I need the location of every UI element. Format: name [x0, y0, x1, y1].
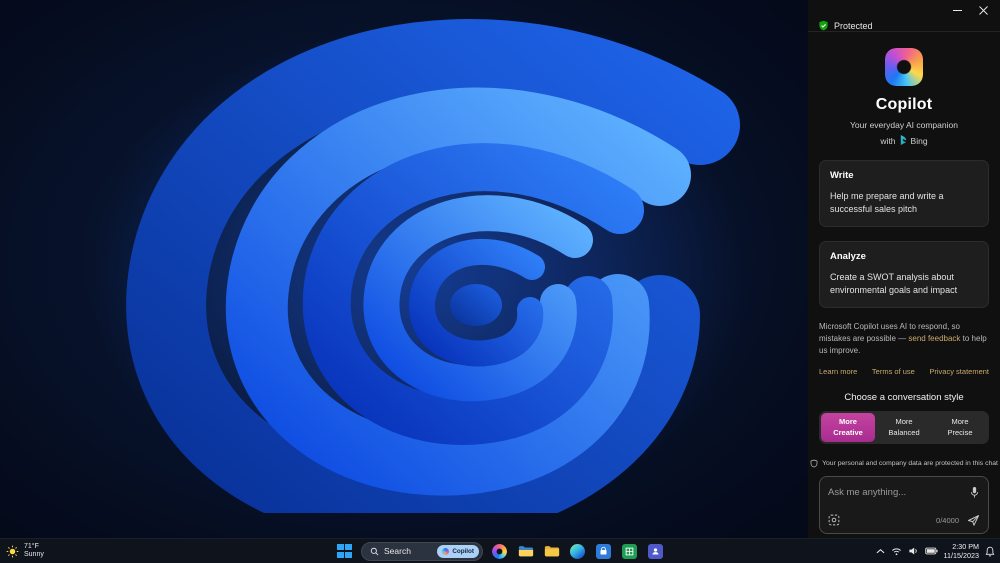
- card-title: Analyze: [830, 251, 866, 263]
- panel-subtitle: Your everyday AI companion: [850, 120, 958, 130]
- chevron-up-icon: [876, 548, 885, 553]
- taskbar-folder-button[interactable]: [542, 542, 561, 561]
- weather-widget[interactable]: 71°F Sunny: [6, 543, 44, 560]
- taskbar-teams-button[interactable]: [646, 542, 665, 561]
- taskbar-store-button[interactable]: [594, 542, 613, 561]
- edge-icon: [570, 543, 585, 559]
- style-more-balanced[interactable]: More Balanced: [877, 413, 931, 441]
- style-option-line1: More: [951, 417, 969, 427]
- battery-button[interactable]: [924, 547, 938, 555]
- copilot-icon: [492, 543, 507, 559]
- taskbar: 71°F Sunny Search Copilot 2:30 PM 11/15/…: [0, 538, 1000, 563]
- screenshot-button[interactable]: [828, 514, 840, 526]
- suggestion-card-write[interactable]: Write Help me prepare and write a succes…: [819, 160, 989, 228]
- char-counter: 0/4000: [936, 515, 959, 525]
- copilot-badge-icon: [442, 547, 450, 555]
- close-icon: [978, 5, 988, 15]
- weather-text: 71°F Sunny: [24, 543, 44, 560]
- copilot-panel: Protected Copilot Your everyday AI compa…: [808, 0, 1000, 538]
- protected-badge: Protected: [808, 20, 1000, 32]
- taskbar-clock[interactable]: 2:30 PM 11/15/2023: [944, 542, 979, 560]
- taskbar-search[interactable]: Search Copilot: [361, 541, 483, 561]
- screenshot-icon: [828, 514, 840, 526]
- windows-logo-icon: [337, 543, 352, 559]
- style-option-line2: Balanced: [888, 427, 920, 437]
- weather-temp: 71°F: [24, 542, 39, 550]
- minimize-button[interactable]: [944, 0, 970, 20]
- clock-time: 2:30 PM: [952, 542, 979, 551]
- minimize-icon: [952, 9, 962, 11]
- conversation-style-label: Choose a conversation style: [844, 392, 964, 404]
- with-label: with: [880, 135, 896, 146]
- card-body: Create a SWOT analysis about environment…: [830, 272, 958, 295]
- speaker-icon: [908, 547, 917, 555]
- protected-label: Protected: [834, 20, 873, 31]
- learn-more-link[interactable]: Learn more: [819, 367, 857, 376]
- style-more-precise[interactable]: More Precise: [933, 413, 987, 441]
- bell-icon: [985, 546, 995, 556]
- search-icon: [370, 547, 379, 555]
- style-option-line1: More: [839, 417, 857, 427]
- taskbar-excel-button[interactable]: [620, 542, 639, 561]
- microphone-icon: [970, 486, 979, 498]
- microphone-button[interactable]: [969, 486, 980, 499]
- weather-sun-icon: [6, 545, 19, 557]
- start-button[interactable]: [335, 542, 354, 561]
- terms-of-use-link[interactable]: Terms of use: [872, 367, 915, 376]
- send-icon: [967, 514, 980, 526]
- copilot-logo: [885, 48, 923, 86]
- volume-button[interactable]: [908, 546, 919, 556]
- file-explorer-icon: [518, 546, 533, 557]
- style-more-creative[interactable]: More Creative: [821, 413, 875, 442]
- card-body: Help me prepare and write a successful s…: [830, 191, 944, 214]
- chat-composer: 0/4000: [819, 475, 989, 534]
- composer-toolbar: 0/4000: [828, 514, 980, 527]
- taskbar-copilot-button[interactable]: [490, 542, 509, 561]
- privacy-statement-link[interactable]: Privacy statement: [929, 367, 989, 376]
- send-feedback-link[interactable]: send feedback: [908, 334, 960, 343]
- microsoft-store-icon: [596, 543, 611, 559]
- legal-links: Learn more Terms of use Privacy statemen…: [819, 367, 989, 376]
- data-protection-text: Your personal and company data are prote…: [822, 459, 998, 467]
- teams-icon: [648, 543, 663, 559]
- bing-label: Bing: [910, 135, 928, 146]
- with-bing-row: with Bing: [880, 135, 928, 146]
- copilot-panel-body: Copilot Your everyday AI companion with …: [808, 32, 1000, 544]
- ai-disclaimer: Microsoft Copilot uses AI to respond, so…: [819, 321, 989, 357]
- wifi-button[interactable]: [891, 547, 902, 556]
- taskbar-file-explorer-button[interactable]: [516, 542, 535, 561]
- composer-input-row: [828, 486, 980, 499]
- weather-condition: Sunny: [24, 551, 44, 558]
- send-button[interactable]: [967, 514, 980, 527]
- panel-title: Copilot: [875, 96, 933, 113]
- wifi-icon: [891, 547, 901, 555]
- card-title: Write: [830, 170, 854, 181]
- bing-icon: [900, 135, 906, 145]
- chat-input[interactable]: [828, 486, 963, 498]
- style-option-line2: Precise: [947, 427, 973, 437]
- copilot-titlebar: [808, 0, 1000, 20]
- bloom-wallpaper-art: [90, 19, 750, 513]
- style-option-line2: Creative: [833, 427, 863, 437]
- search-label: Search: [384, 546, 411, 556]
- taskbar-edge-button[interactable]: [568, 542, 587, 561]
- clock-date: 11/15/2023: [943, 551, 979, 560]
- notification-bell-button[interactable]: [985, 546, 995, 557]
- excel-icon: [622, 543, 637, 559]
- search-badge-label: Copilot: [452, 547, 474, 555]
- shield-outline-icon: [810, 459, 818, 467]
- folder-icon: [544, 546, 559, 557]
- desktop: Protected Copilot Your everyday AI compa…: [0, 0, 1000, 563]
- system-tray: 2:30 PM 11/15/2023: [876, 542, 995, 560]
- tray-expand-button[interactable]: [876, 548, 885, 555]
- conversation-style-selector: More Creative More Balanced More Precise: [819, 411, 989, 444]
- search-copilot-badge: Copilot: [437, 544, 479, 558]
- close-button[interactable]: [970, 0, 996, 20]
- data-protection-note: Your personal and company data are prote…: [810, 459, 998, 468]
- suggestion-card-analyze[interactable]: Analyze Create a SWOT analysis about env…: [819, 241, 989, 309]
- shield-check-icon: [819, 20, 828, 31]
- style-option-line1: More: [895, 417, 913, 427]
- battery-icon: [924, 547, 938, 555]
- taskbar-center: Search Copilot: [335, 541, 665, 561]
